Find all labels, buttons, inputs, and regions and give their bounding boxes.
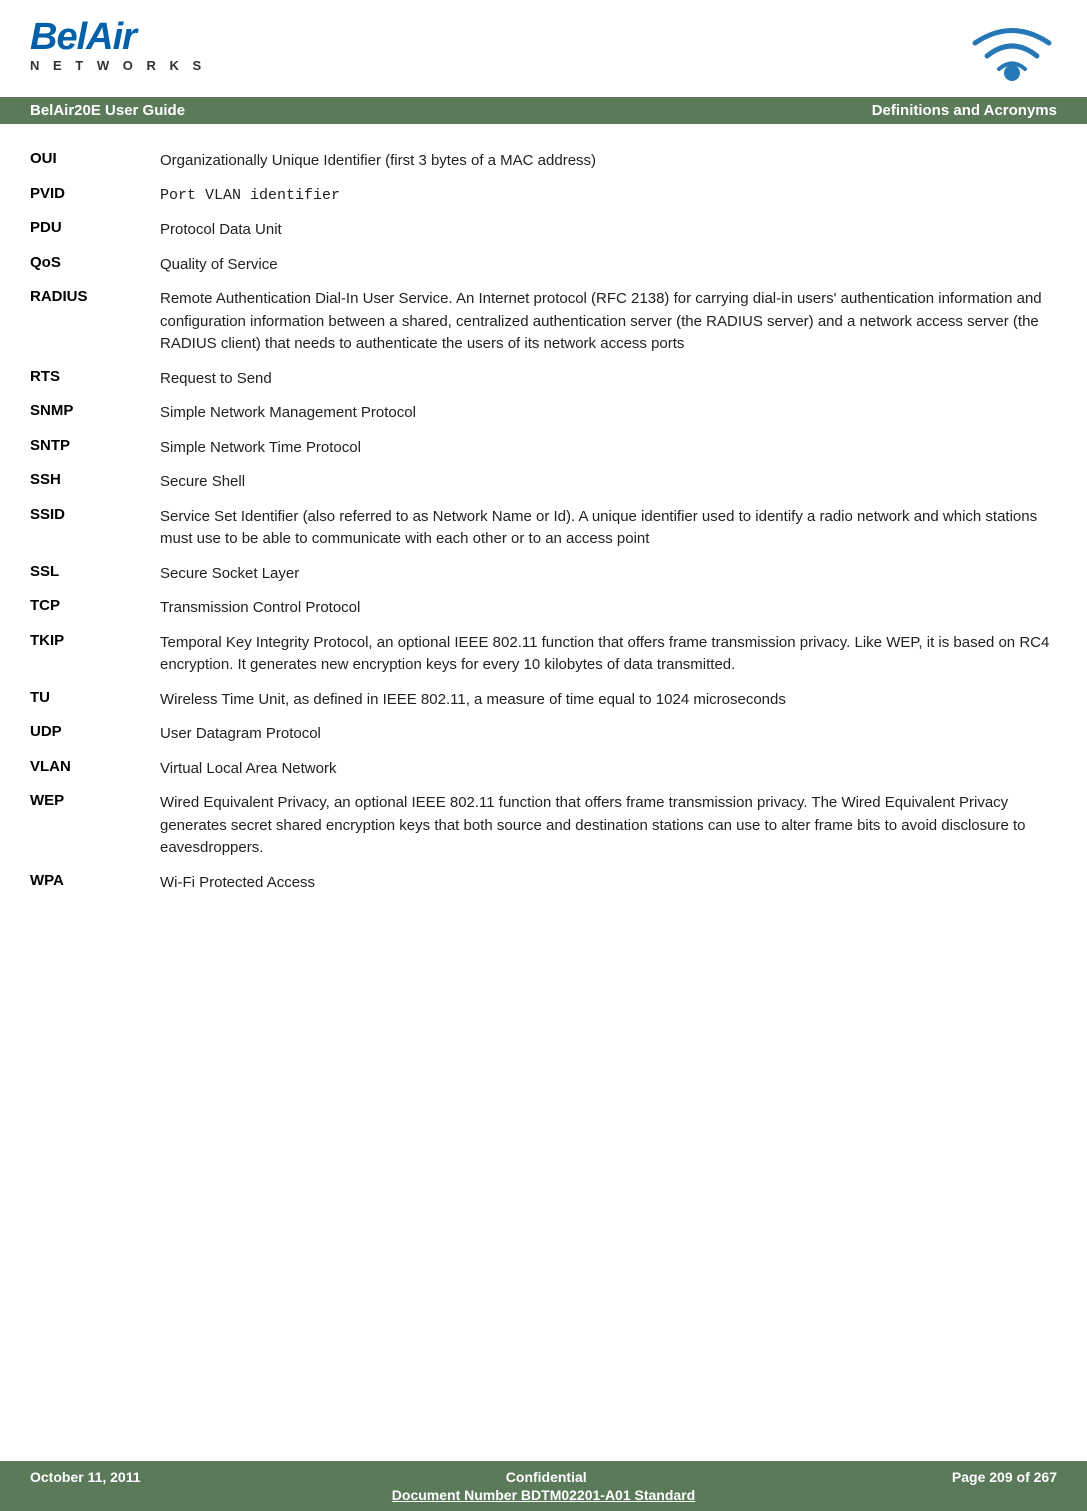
term-label: PVID: [30, 179, 160, 214]
term-label: SNTP: [30, 431, 160, 466]
term-label: SNMP: [30, 396, 160, 431]
term-definition: Secure Socket Layer: [160, 557, 1057, 592]
table-row: WEPWired Equivalent Privacy, an optional…: [30, 786, 1057, 866]
content: OUIOrganizationally Unique Identifier (f…: [0, 124, 1087, 920]
table-row: TKIPTemporal Key Integrity Protocol, an …: [30, 626, 1057, 683]
table-row: SSLSecure Socket Layer: [30, 557, 1057, 592]
term-definition: Quality of Service: [160, 248, 1057, 283]
footer-date: October 11, 2011: [30, 1469, 141, 1485]
term-definition: Temporal Key Integrity Protocol, an opti…: [160, 626, 1057, 683]
table-row: PDUProtocol Data Unit: [30, 213, 1057, 248]
table-row: SSHSecure Shell: [30, 465, 1057, 500]
table-row: PVIDPort VLAN identifier: [30, 179, 1057, 214]
table-row: SSIDService Set Identifier (also referre…: [30, 500, 1057, 557]
term-definition: Wi-Fi Protected Access: [160, 866, 1057, 901]
term-definition: Secure Shell: [160, 465, 1057, 500]
header: BelAir N E T W O R K S: [0, 0, 1087, 97]
term-label: TCP: [30, 591, 160, 626]
term-definition: Protocol Data Unit: [160, 213, 1057, 248]
footer-document: Document Number BDTM02201-A01 Standard: [392, 1487, 695, 1503]
term-label: VLAN: [30, 752, 160, 787]
term-definition: Organizationally Unique Identifier (firs…: [160, 144, 1057, 179]
term-definition: Simple Network Management Protocol: [160, 396, 1057, 431]
logo-networks-text: N E T W O R K S: [30, 58, 206, 73]
term-definition: Port VLAN identifier: [160, 179, 1057, 214]
term-label: UDP: [30, 717, 160, 752]
term-label: QoS: [30, 248, 160, 283]
term-definition: Simple Network Time Protocol: [160, 431, 1057, 466]
nav-title: BelAir20E User Guide: [30, 102, 185, 119]
nav-section: Definitions and Acronyms: [872, 102, 1057, 119]
footer: October 11, 2011 Confidential Page 209 o…: [0, 1461, 1087, 1511]
term-label: WEP: [30, 786, 160, 866]
table-row: RADIUSRemote Authentication Dial-In User…: [30, 282, 1057, 362]
term-label: OUI: [30, 144, 160, 179]
logo-area: BelAir N E T W O R K S: [30, 18, 206, 73]
table-row: TCPTransmission Control Protocol: [30, 591, 1057, 626]
term-definition: Request to Send: [160, 362, 1057, 397]
table-row: WPAWi-Fi Protected Access: [30, 866, 1057, 901]
term-label: PDU: [30, 213, 160, 248]
term-table: OUIOrganizationally Unique Identifier (f…: [30, 144, 1057, 900]
term-definition: Transmission Control Protocol: [160, 591, 1057, 626]
term-definition: Virtual Local Area Network: [160, 752, 1057, 787]
term-definition: Wired Equivalent Privacy, an optional IE…: [160, 786, 1057, 866]
footer-page: Page 209 of 267: [952, 1469, 1057, 1485]
term-label: WPA: [30, 866, 160, 901]
term-label: SSID: [30, 500, 160, 557]
footer-top: October 11, 2011 Confidential Page 209 o…: [30, 1469, 1057, 1485]
footer-confidential: Confidential: [506, 1469, 587, 1485]
table-row: TUWireless Time Unit, as defined in IEEE…: [30, 683, 1057, 718]
table-row: RTSRequest to Send: [30, 362, 1057, 397]
term-label: SSH: [30, 465, 160, 500]
term-label: RADIUS: [30, 282, 160, 362]
term-label: SSL: [30, 557, 160, 592]
table-row: SNMPSimple Network Management Protocol: [30, 396, 1057, 431]
table-row: UDPUser Datagram Protocol: [30, 717, 1057, 752]
term-definition: Service Set Identifier (also referred to…: [160, 500, 1057, 557]
table-row: QoSQuality of Service: [30, 248, 1057, 283]
table-row: OUIOrganizationally Unique Identifier (f…: [30, 144, 1057, 179]
logo-icon: [967, 18, 1057, 87]
term-label: TU: [30, 683, 160, 718]
term-definition: Wireless Time Unit, as defined in IEEE 8…: [160, 683, 1057, 718]
term-label: RTS: [30, 362, 160, 397]
table-row: SNTPSimple Network Time Protocol: [30, 431, 1057, 466]
term-definition: User Datagram Protocol: [160, 717, 1057, 752]
logo-belair-text: BelAir: [30, 18, 206, 56]
table-row: VLANVirtual Local Area Network: [30, 752, 1057, 787]
term-definition: Remote Authentication Dial-In User Servi…: [160, 282, 1057, 362]
nav-bar: BelAir20E User Guide Definitions and Acr…: [0, 97, 1087, 124]
term-label: TKIP: [30, 626, 160, 683]
